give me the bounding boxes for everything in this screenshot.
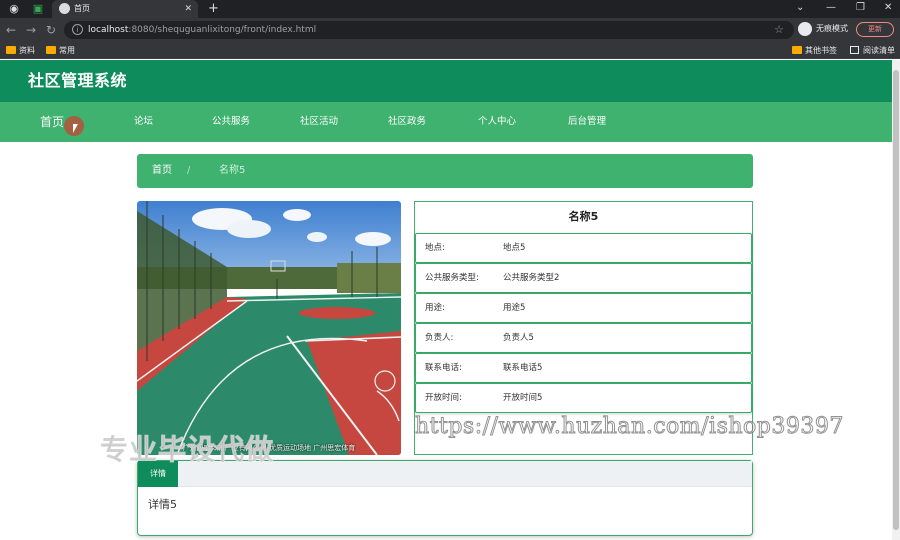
other-bookmarks[interactable]: 其他书签 — [792, 43, 837, 58]
site-header: 社区管理系统 — [0, 60, 892, 102]
globe-icon — [59, 3, 70, 14]
tab-search-icon[interactable]: ⌄ — [796, 0, 804, 16]
detail-row: 公共服务类型: 公共服务类型2 — [415, 263, 752, 293]
incognito-icon — [798, 22, 812, 36]
close-tab-icon[interactable]: ✕ — [184, 2, 192, 16]
page-scrollbar[interactable] — [892, 60, 900, 540]
detail-label: 开放时间: — [425, 393, 462, 403]
folder-icon — [6, 46, 16, 54]
close-window-icon[interactable]: ✕ — [884, 0, 892, 16]
breadcrumb-current: 名称5 — [219, 165, 246, 176]
nav-item-forum[interactable]: 论坛 — [134, 102, 153, 142]
detail-value: 用途5 — [503, 303, 526, 313]
bookmarks-bar: 资料 常用 其他书签 阅读清单 — [0, 42, 900, 59]
nav-item-public-services[interactable]: 公共服务 — [212, 102, 250, 142]
watermark-url: https://www.huzhan.com/ishop39397 — [415, 414, 844, 440]
detail-label: 负责人: — [425, 333, 454, 343]
restore-icon[interactable]: ❐ — [856, 0, 865, 16]
detail-row: 地点: 地点5 — [415, 233, 752, 263]
url-text[interactable]: localhost:8080/shequguanlixitong/front/i… — [88, 23, 316, 37]
bookmark-folder[interactable]: 资料 — [6, 43, 35, 58]
minimize-icon[interactable]: — — [826, 0, 836, 16]
reading-list[interactable]: 阅读清单 — [850, 43, 895, 58]
update-button[interactable]: 更新 — [856, 22, 894, 37]
nav-item-personal-center[interactable]: 个人中心 — [478, 102, 516, 142]
new-tab-icon[interactable]: + — [208, 0, 219, 18]
details-panel: 详情 详情5 — [137, 460, 753, 536]
main-nav: 首页 论坛 公共服务 社区活动 社区政务 个人中心 后台管理 — [0, 102, 892, 142]
detail-value: 联系电话5 — [503, 363, 543, 373]
reload-icon[interactable]: ↻ — [46, 21, 56, 39]
detail-label: 公共服务类型: — [425, 273, 479, 283]
detail-title: 名称5 — [568, 210, 599, 223]
folder-icon — [792, 46, 802, 54]
detail-value: 地点5 — [503, 243, 526, 253]
incognito-label: 无痕模式 — [816, 24, 848, 33]
facility-photo: 广州思宏体育产业有限公司 优质运动场地 广州思宏体育 — [137, 201, 401, 455]
detail-row: 开放时间: 开放时间5 — [415, 383, 752, 413]
detail-row: 用途: 用途5 — [415, 293, 752, 323]
nav-item-admin[interactable]: 后台管理 — [568, 102, 606, 142]
address-bar[interactable]: i localhost:8080/shequguanlixitong/front… — [64, 21, 794, 39]
breadcrumb-separator: / — [187, 165, 191, 176]
detail-row: 负责人: 负责人5 — [415, 323, 752, 353]
browser-tab-title: 首页 — [74, 4, 90, 13]
mouse-cursor-icon — [73, 124, 78, 133]
browser-toolbar: ← → ↻ i localhost:8080/shequguanlixitong… — [0, 18, 900, 42]
detail-label: 用途: — [425, 303, 445, 313]
reading-list-icon — [850, 46, 859, 54]
folder-icon — [46, 46, 56, 54]
browser-tab-bar: ◉ ▣ 首页 ✕ + ⌄ — ❐ ✕ — [0, 0, 900, 18]
watermark-slogan: 专业毕设代做 — [99, 433, 275, 467]
detail-value: 开放时间5 — [503, 393, 543, 403]
web-page: 社区管理系统 首页 论坛 公共服务 社区活动 社区政务 个人中心 后台管理 首页… — [0, 60, 900, 540]
browser-menu-icon[interactable]: ◉ — [6, 1, 22, 17]
scrollbar-thumb[interactable] — [893, 70, 899, 530]
detail-row: 联系电话: 联系电话5 — [415, 353, 752, 383]
nav-item-community-events[interactable]: 社区活动 — [300, 102, 338, 142]
nav-item-home[interactable]: 首页 — [40, 102, 64, 142]
detail-value: 公共服务类型2 — [503, 273, 560, 283]
nav-item-community-affairs[interactable]: 社区政务 — [388, 102, 426, 142]
browser-tab-active[interactable]: 首页 ✕ — [52, 0, 198, 18]
basketball-court-image — [137, 201, 401, 455]
site-info-icon[interactable]: i — [72, 24, 83, 35]
breadcrumb-home[interactable]: 首页 — [152, 154, 172, 188]
site-title: 社区管理系统 — [28, 71, 128, 90]
detail-label: 联系电话: — [425, 363, 462, 373]
forward-icon[interactable]: → — [26, 21, 36, 39]
detail-value: 负责人5 — [503, 333, 534, 343]
detail-label: 地点: — [425, 243, 445, 253]
back-icon[interactable]: ← — [6, 21, 16, 39]
pinned-tab-icon[interactable]: ▣ — [30, 1, 46, 17]
breadcrumb: 首页 / 名称5 — [137, 154, 753, 188]
bookmark-folder[interactable]: 常用 — [46, 43, 75, 58]
bookmark-star-icon[interactable]: ☆ — [774, 22, 784, 38]
details-content: 详情5 — [148, 498, 177, 511]
